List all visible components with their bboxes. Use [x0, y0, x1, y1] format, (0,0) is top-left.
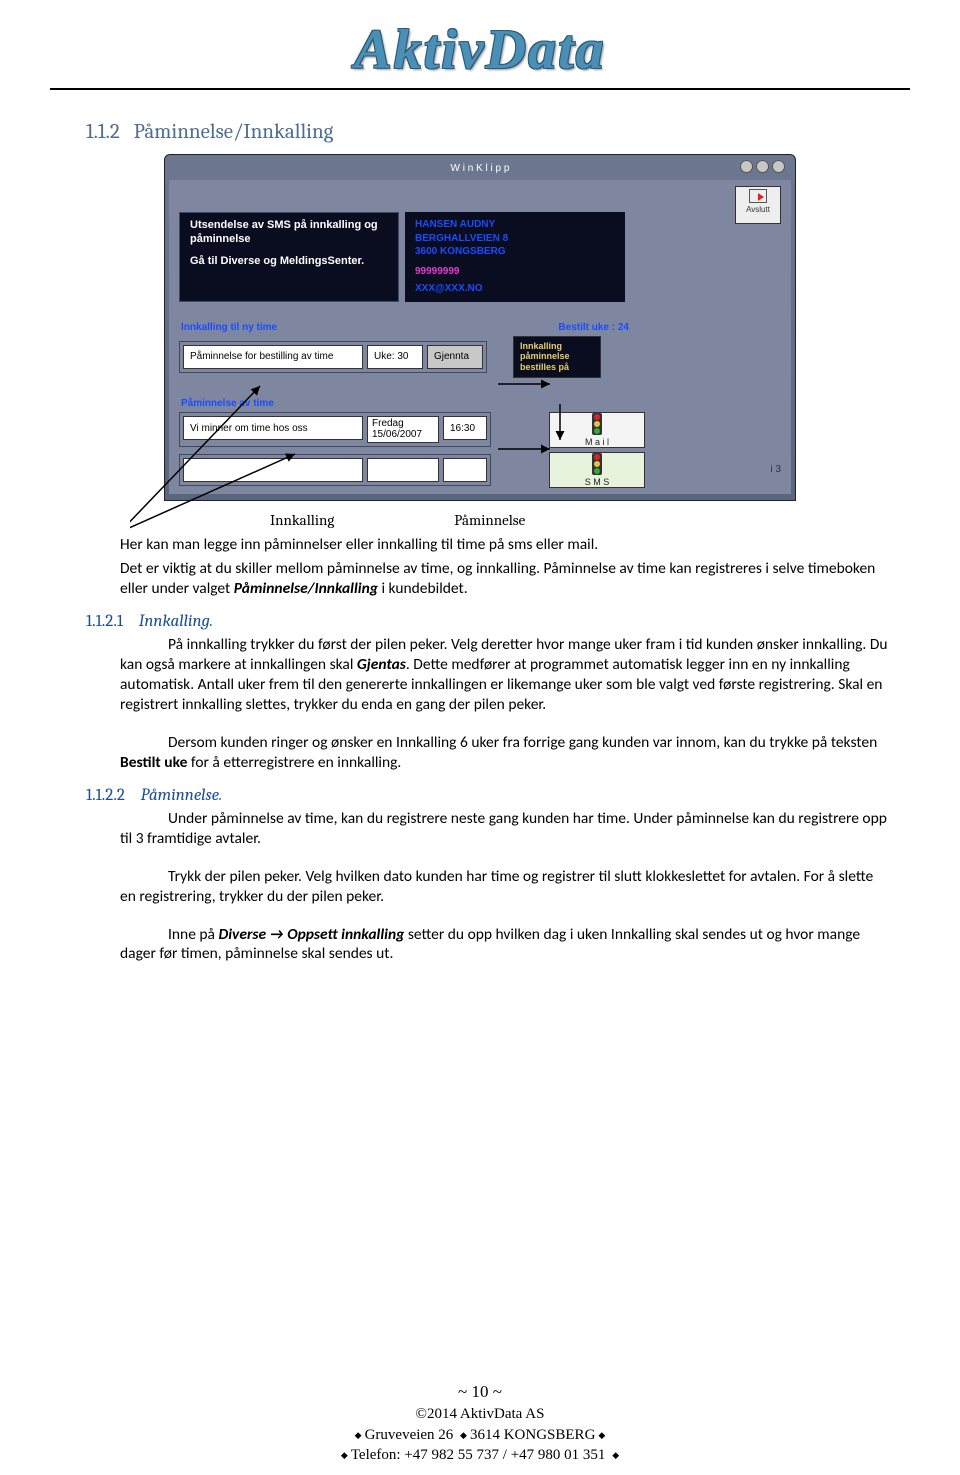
subsection-1-title: Innkalling. [139, 612, 213, 631]
sms-label: S M S [585, 477, 610, 487]
diamond-icon [609, 1447, 622, 1463]
customer-email: XXX@XXX.NO [415, 282, 615, 296]
bestilt-uke-label[interactable]: Bestilt uke : 24 [558, 322, 629, 333]
reminder-message-input[interactable]: Vi minner om time hos oss [183, 416, 363, 440]
exit-label: Avslutt [746, 205, 770, 214]
customer-name: HANSEN AUDNY [415, 218, 615, 232]
bestilles-panel: Innkalling påminnelse bestilles på [513, 336, 601, 378]
customer-phone: 99999999 [415, 265, 615, 279]
mail-label: M a i l [585, 437, 609, 447]
window-title: W i n K l i p p [451, 163, 510, 174]
diamond-icon [352, 1427, 365, 1443]
corner-counter: i 3 [770, 464, 781, 475]
reminder-date-input[interactable]: Fredag 15/06/2007 [367, 416, 439, 443]
window-button-close[interactable] [772, 160, 785, 173]
reminder-slot-2[interactable] [183, 458, 363, 482]
reminder-date-2[interactable] [367, 458, 439, 482]
sub2-para-3: Inne på Diverse Oppsett innkalling sette… [120, 925, 888, 965]
customer-address: BERGHALLVEIEN 8 [415, 232, 615, 246]
customer-panel: HANSEN AUDNY BERGHALLVEIEN 8 3600 KONGSB… [405, 212, 625, 302]
diamond-icon [595, 1427, 608, 1443]
sms-info-line2: Gå til Diverse og MeldingsSenter. [190, 255, 388, 269]
traffic-light-icon [592, 453, 602, 475]
app-screenshot: W i n K l i p p Avslutt Utsendelse av SM… [164, 154, 796, 501]
sub1-para-2: Dersom kunden ringer og ønsker en Innkal… [120, 733, 888, 773]
subsection-2-title: Påminnelse. [141, 786, 223, 805]
footer-copyright: 2014 AktivData AS [0, 1404, 960, 1424]
page-footer: ~ 10 ~ 2014 AktivData AS Gruveveien 26 3… [0, 1381, 960, 1465]
caption-innkalling: Innkalling [270, 511, 334, 529]
mail-button[interactable]: M a i l [549, 412, 645, 448]
subsection-2-heading: 1.1.2.2 Påminnelse. [86, 786, 910, 805]
bestilling-message-input[interactable]: Påminnelse for bestilling av time [183, 345, 363, 369]
sub1-para-1: På innkalling trykker du først der pilen… [120, 635, 888, 714]
page-number: ~ 10 ~ [0, 1381, 960, 1404]
section-number: 1.1.2 [86, 120, 120, 144]
section-heading: 1.1.2 Påminnelse/Innkalling [86, 120, 910, 144]
section-title: Påminnelse/Innkalling [134, 120, 334, 144]
header-rule [50, 88, 910, 90]
window-button-max[interactable] [756, 160, 769, 173]
sms-info-line1: Utsendelse av SMS på innkalling og påmin… [190, 219, 388, 247]
exit-icon [749, 189, 767, 203]
window-button-min[interactable] [740, 160, 753, 173]
subsection-1-number: 1.1.2.1 [86, 612, 123, 631]
diamond-icon [457, 1427, 470, 1443]
footer-address: Gruveveien 26 3614 KONGSBERG [0, 1425, 960, 1445]
sms-info-panel: Utsendelse av SMS på innkalling og påmin… [179, 212, 399, 302]
reminder-time-2[interactable] [443, 458, 487, 482]
sub2-para-1: Under påminnelse av time, kan du registr… [120, 809, 888, 849]
sms-button[interactable]: S M S [549, 452, 645, 488]
subsection-1-heading: 1.1.2.1 Innkalling. [86, 612, 910, 631]
sub2-para-2: Trykk der pilen peker. Velg hvilken dato… [120, 867, 888, 907]
diamond-icon [338, 1447, 351, 1463]
copyright-icon [416, 1406, 427, 1422]
subsection-2-number: 1.1.2.2 [86, 786, 125, 805]
paminnelse-label: Påminnelse av time [181, 398, 274, 409]
intro-line-2: Det er viktig at du skiller mellom påmin… [120, 559, 888, 599]
uke-input[interactable]: Uke: 30 [367, 345, 423, 369]
gjennta-button[interactable]: Gjennta [427, 345, 483, 369]
traffic-light-icon [592, 413, 602, 435]
intro-line-1: Her kan man legge inn påminnelser eller … [120, 535, 888, 555]
exit-button[interactable]: Avslutt [735, 186, 781, 224]
customer-city: 3600 KONGSBERG [415, 245, 615, 259]
logo: AktivData [354, 19, 605, 81]
window-titlebar: W i n K l i p p [169, 159, 791, 177]
caption-paminnelse: Påminnelse [454, 511, 525, 529]
innkalling-label: Innkalling til ny time [181, 322, 277, 333]
arrow-icon [270, 925, 284, 944]
footer-phone: Telefon: +47 982 55 737 / +47 980 01 351 [0, 1445, 960, 1465]
reminder-time-input[interactable]: 16:30 [443, 416, 487, 440]
